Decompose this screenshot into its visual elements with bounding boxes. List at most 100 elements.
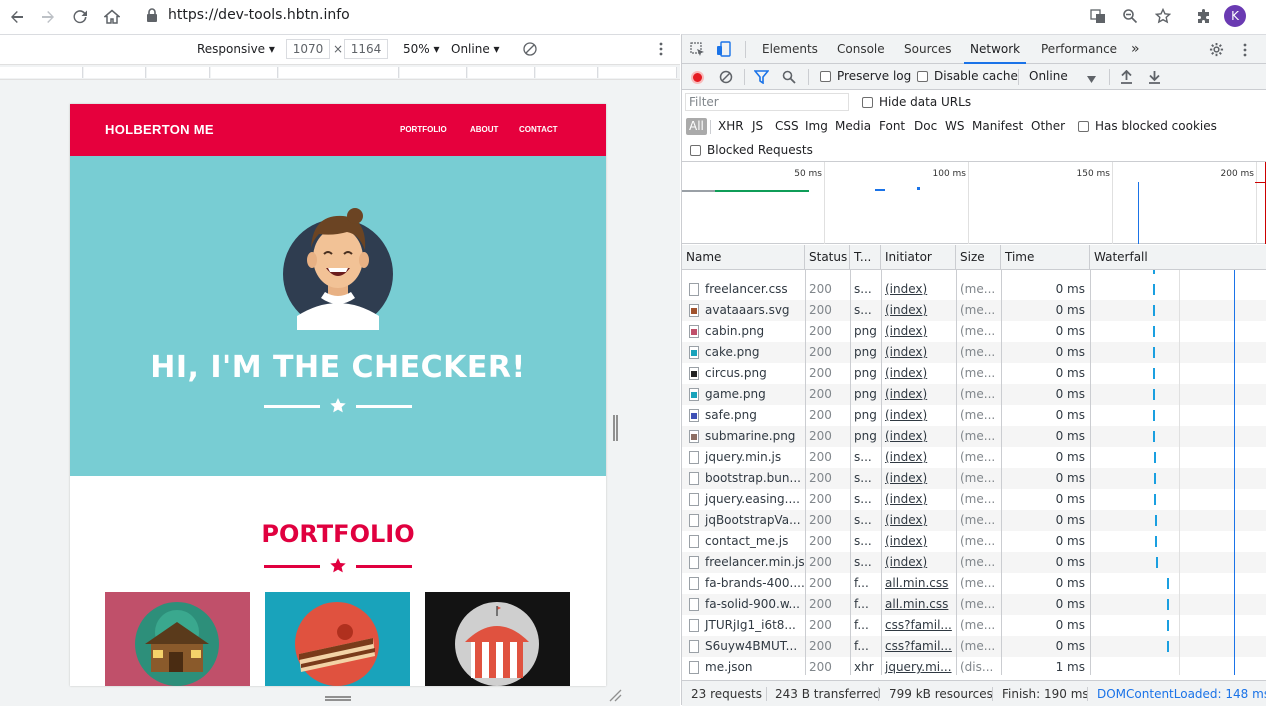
ruler-segment[interactable] (211, 67, 278, 78)
device-more-icon[interactable] (658, 41, 664, 60)
request-initiator[interactable]: (index) (881, 342, 956, 363)
request-initiator[interactable]: (index) (881, 321, 956, 342)
settings-gear-icon[interactable] (1209, 42, 1224, 60)
request-initiator[interactable]: (index) (881, 531, 956, 552)
media-query-ruler[interactable] (0, 64, 680, 80)
type-filter-doc[interactable]: Doc (911, 118, 940, 135)
home-icon[interactable] (100, 5, 124, 29)
request-name[interactable]: fa-solid-900.w... (701, 594, 805, 615)
devtools-more-icon[interactable] (1242, 42, 1248, 61)
request-name[interactable]: circus.png (701, 363, 805, 384)
column-header-type[interactable]: T... (850, 245, 881, 270)
rotate-icon[interactable] (522, 41, 538, 60)
ruler-segment[interactable] (599, 67, 677, 78)
inspect-element-icon[interactable] (690, 42, 705, 60)
more-tabs-icon[interactable]: » (1125, 35, 1146, 64)
column-header-initiator[interactable]: Initiator (881, 245, 956, 270)
ruler-segment[interactable] (400, 67, 467, 78)
preserve-log-checkbox[interactable] (820, 71, 831, 82)
reload-icon[interactable] (68, 5, 92, 29)
portfolio-item-cabin[interactable] (105, 592, 250, 686)
nav-contact-link[interactable]: CONTACT (519, 125, 558, 134)
request-initiator[interactable]: jquery.mi... (881, 657, 956, 675)
request-name[interactable]: cake.png (701, 342, 805, 363)
type-filter-all[interactable]: All (686, 118, 707, 135)
request-initiator[interactable]: (index) (881, 426, 956, 447)
export-har-icon[interactable] (1148, 70, 1161, 87)
has-blocked-cookies-checkbox[interactable] (1078, 121, 1089, 132)
request-initiator[interactable]: (index) (881, 363, 956, 384)
request-name[interactable]: freelancer.min.js (701, 552, 805, 573)
portfolio-item-circus[interactable] (425, 592, 570, 686)
type-filter-ws[interactable]: WS (942, 118, 967, 135)
resize-handle-bottom[interactable] (325, 696, 351, 701)
lock-icon[interactable] (146, 8, 158, 22)
request-name[interactable]: JTURjIg1_i6t8... (701, 615, 805, 636)
request-name[interactable]: jqBootstrapVa... (701, 510, 805, 531)
zoom-icon[interactable] (1120, 6, 1140, 26)
type-filter-img[interactable]: Img (802, 118, 831, 135)
bookmark-star-icon[interactable] (1153, 6, 1173, 26)
import-har-icon[interactable] (1120, 69, 1133, 87)
request-name[interactable]: safe.png (701, 405, 805, 426)
request-name[interactable]: S6uyw4BMUT... (701, 636, 805, 657)
request-name[interactable]: jquery.easing.... (701, 489, 805, 510)
url-text[interactable]: https://dev-tools.hbtn.info (168, 7, 350, 23)
record-icon[interactable] (691, 71, 704, 84)
ruler-segment[interactable] (279, 67, 399, 78)
resize-handle-corner[interactable] (608, 688, 622, 702)
ruler-segment[interactable] (536, 67, 598, 78)
request-initiator[interactable]: all.min.css (881, 594, 956, 615)
hide-data-urls-checkbox[interactable] (862, 97, 873, 108)
type-filter-font[interactable]: Font (876, 118, 908, 135)
tab-network[interactable]: Network (964, 35, 1027, 64)
column-header-waterfall[interactable]: Waterfall (1090, 245, 1266, 270)
column-header-size[interactable]: Size (956, 245, 1001, 270)
disable-cache-checkbox[interactable] (917, 71, 928, 82)
throttling-select[interactable]: Online (1029, 69, 1068, 83)
type-filter-css[interactable]: CSS (772, 118, 802, 135)
type-filter-js[interactable]: JS (749, 118, 766, 135)
request-initiator[interactable]: css?famil... (881, 615, 956, 636)
type-filter-other[interactable]: Other (1028, 118, 1068, 135)
type-filter-manifest[interactable]: Manifest (969, 118, 1026, 135)
address-bar[interactable]: https://dev-tools.hbtn.info (136, 2, 1192, 30)
request-name[interactable]: me.json (701, 657, 805, 675)
hide-data-urls-label[interactable]: Hide data URLs (879, 95, 971, 109)
request-name[interactable]: freelancer.css (701, 279, 805, 300)
zoom-select[interactable]: 50% ▾ (403, 42, 440, 56)
request-initiator[interactable]: (index) (881, 552, 956, 573)
ruler-segment[interactable] (0, 67, 83, 78)
search-icon[interactable] (782, 70, 796, 87)
filter-input[interactable]: Filter (685, 93, 849, 111)
type-filter-xhr[interactable]: XHR (715, 118, 747, 135)
has-blocked-cookies-label[interactable]: Has blocked cookies (1095, 119, 1217, 133)
request-name[interactable]: bootstrap.bun... (701, 468, 805, 489)
nav-portfolio-link[interactable]: PORTFOLIO (400, 125, 447, 134)
filter-icon[interactable] (753, 70, 770, 87)
column-header-name[interactable]: Name (682, 245, 805, 270)
emulated-page[interactable]: HOLBERTON ME PORTFOLIO ABOUT CONTACT HI,… (70, 104, 606, 686)
extensions-icon[interactable] (1192, 5, 1216, 29)
column-header-status[interactable]: Status (805, 245, 850, 270)
request-name[interactable]: contact_me.js (701, 531, 805, 552)
request-name[interactable]: cabin.png (701, 321, 805, 342)
device-mode-select[interactable]: Responsive ▾ (197, 42, 275, 56)
preserve-log-label[interactable]: Preserve log (837, 69, 911, 83)
blocked-requests-label[interactable]: Blocked Requests (707, 143, 813, 157)
request-initiator[interactable]: all.min.css (881, 573, 956, 594)
request-initiator[interactable]: css?famil... (881, 636, 956, 657)
portfolio-item-cake[interactable] (265, 592, 410, 686)
tab-sources[interactable]: Sources (898, 35, 957, 64)
request-initiator[interactable]: (index) (881, 447, 956, 468)
tab-elements[interactable]: Elements (756, 35, 824, 64)
height-input[interactable]: 1164 (344, 39, 388, 59)
profile-avatar[interactable]: K (1224, 5, 1246, 27)
tab-console[interactable]: Console (831, 35, 891, 64)
site-brand[interactable]: HOLBERTON ME (105, 122, 214, 137)
request-initiator[interactable]: (index) (881, 489, 956, 510)
forward-icon[interactable] (36, 5, 60, 29)
request-initiator[interactable]: (index) (881, 468, 956, 489)
request-name[interactable]: fa-brands-400.... (701, 573, 805, 594)
request-name[interactable]: avataaars.svg (701, 300, 805, 321)
